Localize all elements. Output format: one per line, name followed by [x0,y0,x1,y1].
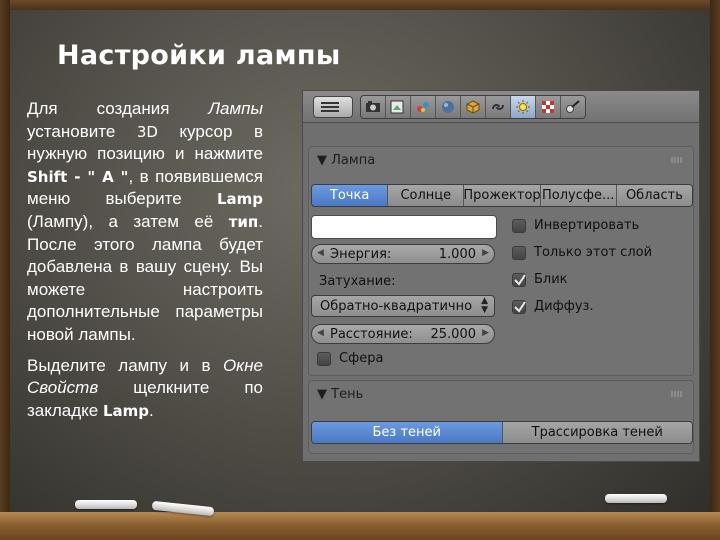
sphere-label: Сфера [339,351,384,366]
board-frame-left [0,0,10,540]
lamp-type-selector: Точка Солнце Прожектор Полусфе... Област… [311,184,693,207]
lamp-color-swatch[interactable] [311,215,497,239]
shadow-panel-title: Тень [331,387,364,402]
shadow-type-selector: Без теней Трассировка теней [311,421,693,444]
menu-line [321,102,339,104]
lamp-type-point[interactable]: Точка [312,185,389,206]
physics-icon[interactable] [561,96,585,118]
falloff-dropdown[interactable]: Обратно-квадратично ▲ ▼ [311,295,495,317]
shadow-raytrace-option[interactable]: Трассировка теней [502,422,692,443]
energy-field[interactable]: ◀ Энергия: 1.000 ▶ [311,244,495,264]
text-run-lamp: Lamp [102,401,150,420]
modifiers-icon[interactable] [486,96,511,118]
lamp-type-spot[interactable]: Прожектор [464,185,541,206]
sphere-checkbox[interactable] [317,352,331,366]
this-layer-label: Только этот слой [534,245,653,260]
text-run-type: тип [228,212,259,231]
panel-drag-grip[interactable] [671,157,683,163]
board-frame-right [710,0,720,540]
decrement-arrow-icon[interactable]: ◀ [317,248,324,258]
this-layer-checkbox[interactable] [512,246,526,260]
properties-tabs [360,95,586,119]
paragraph-select: Выделите лампу и в Окне Свойств щелкните… [27,355,263,423]
negative-checkbox[interactable] [512,219,526,233]
lamp-panel-header[interactable]: ▼ Лампа [317,153,375,168]
constraints-icon[interactable] [461,96,486,118]
editor-type-menu[interactable] [313,96,353,118]
lamp-type-area[interactable]: Область [616,185,692,206]
shadow-panel: ▼ Тень Без теней Трассировка теней [308,380,694,454]
lamp-type-sun[interactable]: Солнце [388,185,465,206]
texture-icon[interactable] [536,96,561,118]
text-run: Для создания [27,99,209,118]
text-run: Выделите лампу и в [27,355,223,375]
text-run: . [149,400,154,420]
diffuse-checkbox[interactable] [512,300,526,314]
text-run: установите [27,121,137,141]
shadow-none-option[interactable]: Без теней [312,422,503,443]
menu-line [321,110,339,112]
text-run-lamp: Lamp [216,190,263,209]
text-run-3d: 3D [136,122,158,141]
falloff-value: Обратно-квадратично [320,299,473,314]
diffuse-label: Диффуз. [534,299,594,314]
specular-checkbox[interactable] [512,273,526,287]
panel-drag-grip[interactable] [671,391,683,397]
chalk-piece [605,494,667,503]
object-icon[interactable] [436,96,461,118]
checkmark-icon [514,301,526,313]
shadow-panel-header[interactable]: ▼ Тень [317,387,363,402]
lamp-type-hemi[interactable]: Полусфе... [540,185,617,206]
text-run: . После этого лампа будет добавлена в ва… [27,211,263,344]
distance-field[interactable]: ◀ Расстояние: 25.000 ▶ [311,324,495,344]
slide-body: Для создания Лампы установите 3D курсор … [27,98,263,430]
text-run-italic: Лампы [208,99,263,118]
scene-icon[interactable] [386,96,411,118]
updown-arrows-icon: ▲ ▼ [481,296,488,315]
text-run: (Лампу), а затем её [27,211,229,231]
blender-properties-screenshot: ▼ Лампа Точка Солнце Прожектор Полусфе..… [302,90,700,462]
decrement-arrow-icon[interactable]: ◀ [317,328,324,338]
paragraph-instructions: Для создания Лампы установите 3D курсор … [27,98,263,347]
checkmark-icon [514,274,526,286]
menu-line [321,106,339,108]
distance-value: 25.000 [430,327,477,342]
chalk-piece [75,500,137,509]
increment-arrow-icon[interactable]: ▶ [482,248,489,258]
chalk-tray [0,512,720,540]
lamp-panel: ▼ Лампа Точка Солнце Прожектор Полусфе..… [308,146,694,376]
increment-arrow-icon[interactable]: ▶ [482,328,489,338]
world-icon[interactable] [411,96,436,118]
slide-title: Настройки лампы [57,40,341,71]
text-run-hotkey: Shift - " A " [27,167,129,186]
render-icon[interactable] [361,96,386,118]
distance-label: Расстояние: [330,327,413,342]
negative-label: Инвертировать [534,218,640,233]
properties-header [303,91,699,123]
energy-value: 1.000 [438,247,476,262]
falloff-label: Затухание: [319,274,396,289]
lamp-data-icon[interactable] [511,96,536,118]
lamp-panel-title: Лампа [331,153,376,168]
energy-label: Энергия: [330,247,392,262]
board-frame-top [0,0,720,10]
specular-label: Блик [534,272,568,287]
